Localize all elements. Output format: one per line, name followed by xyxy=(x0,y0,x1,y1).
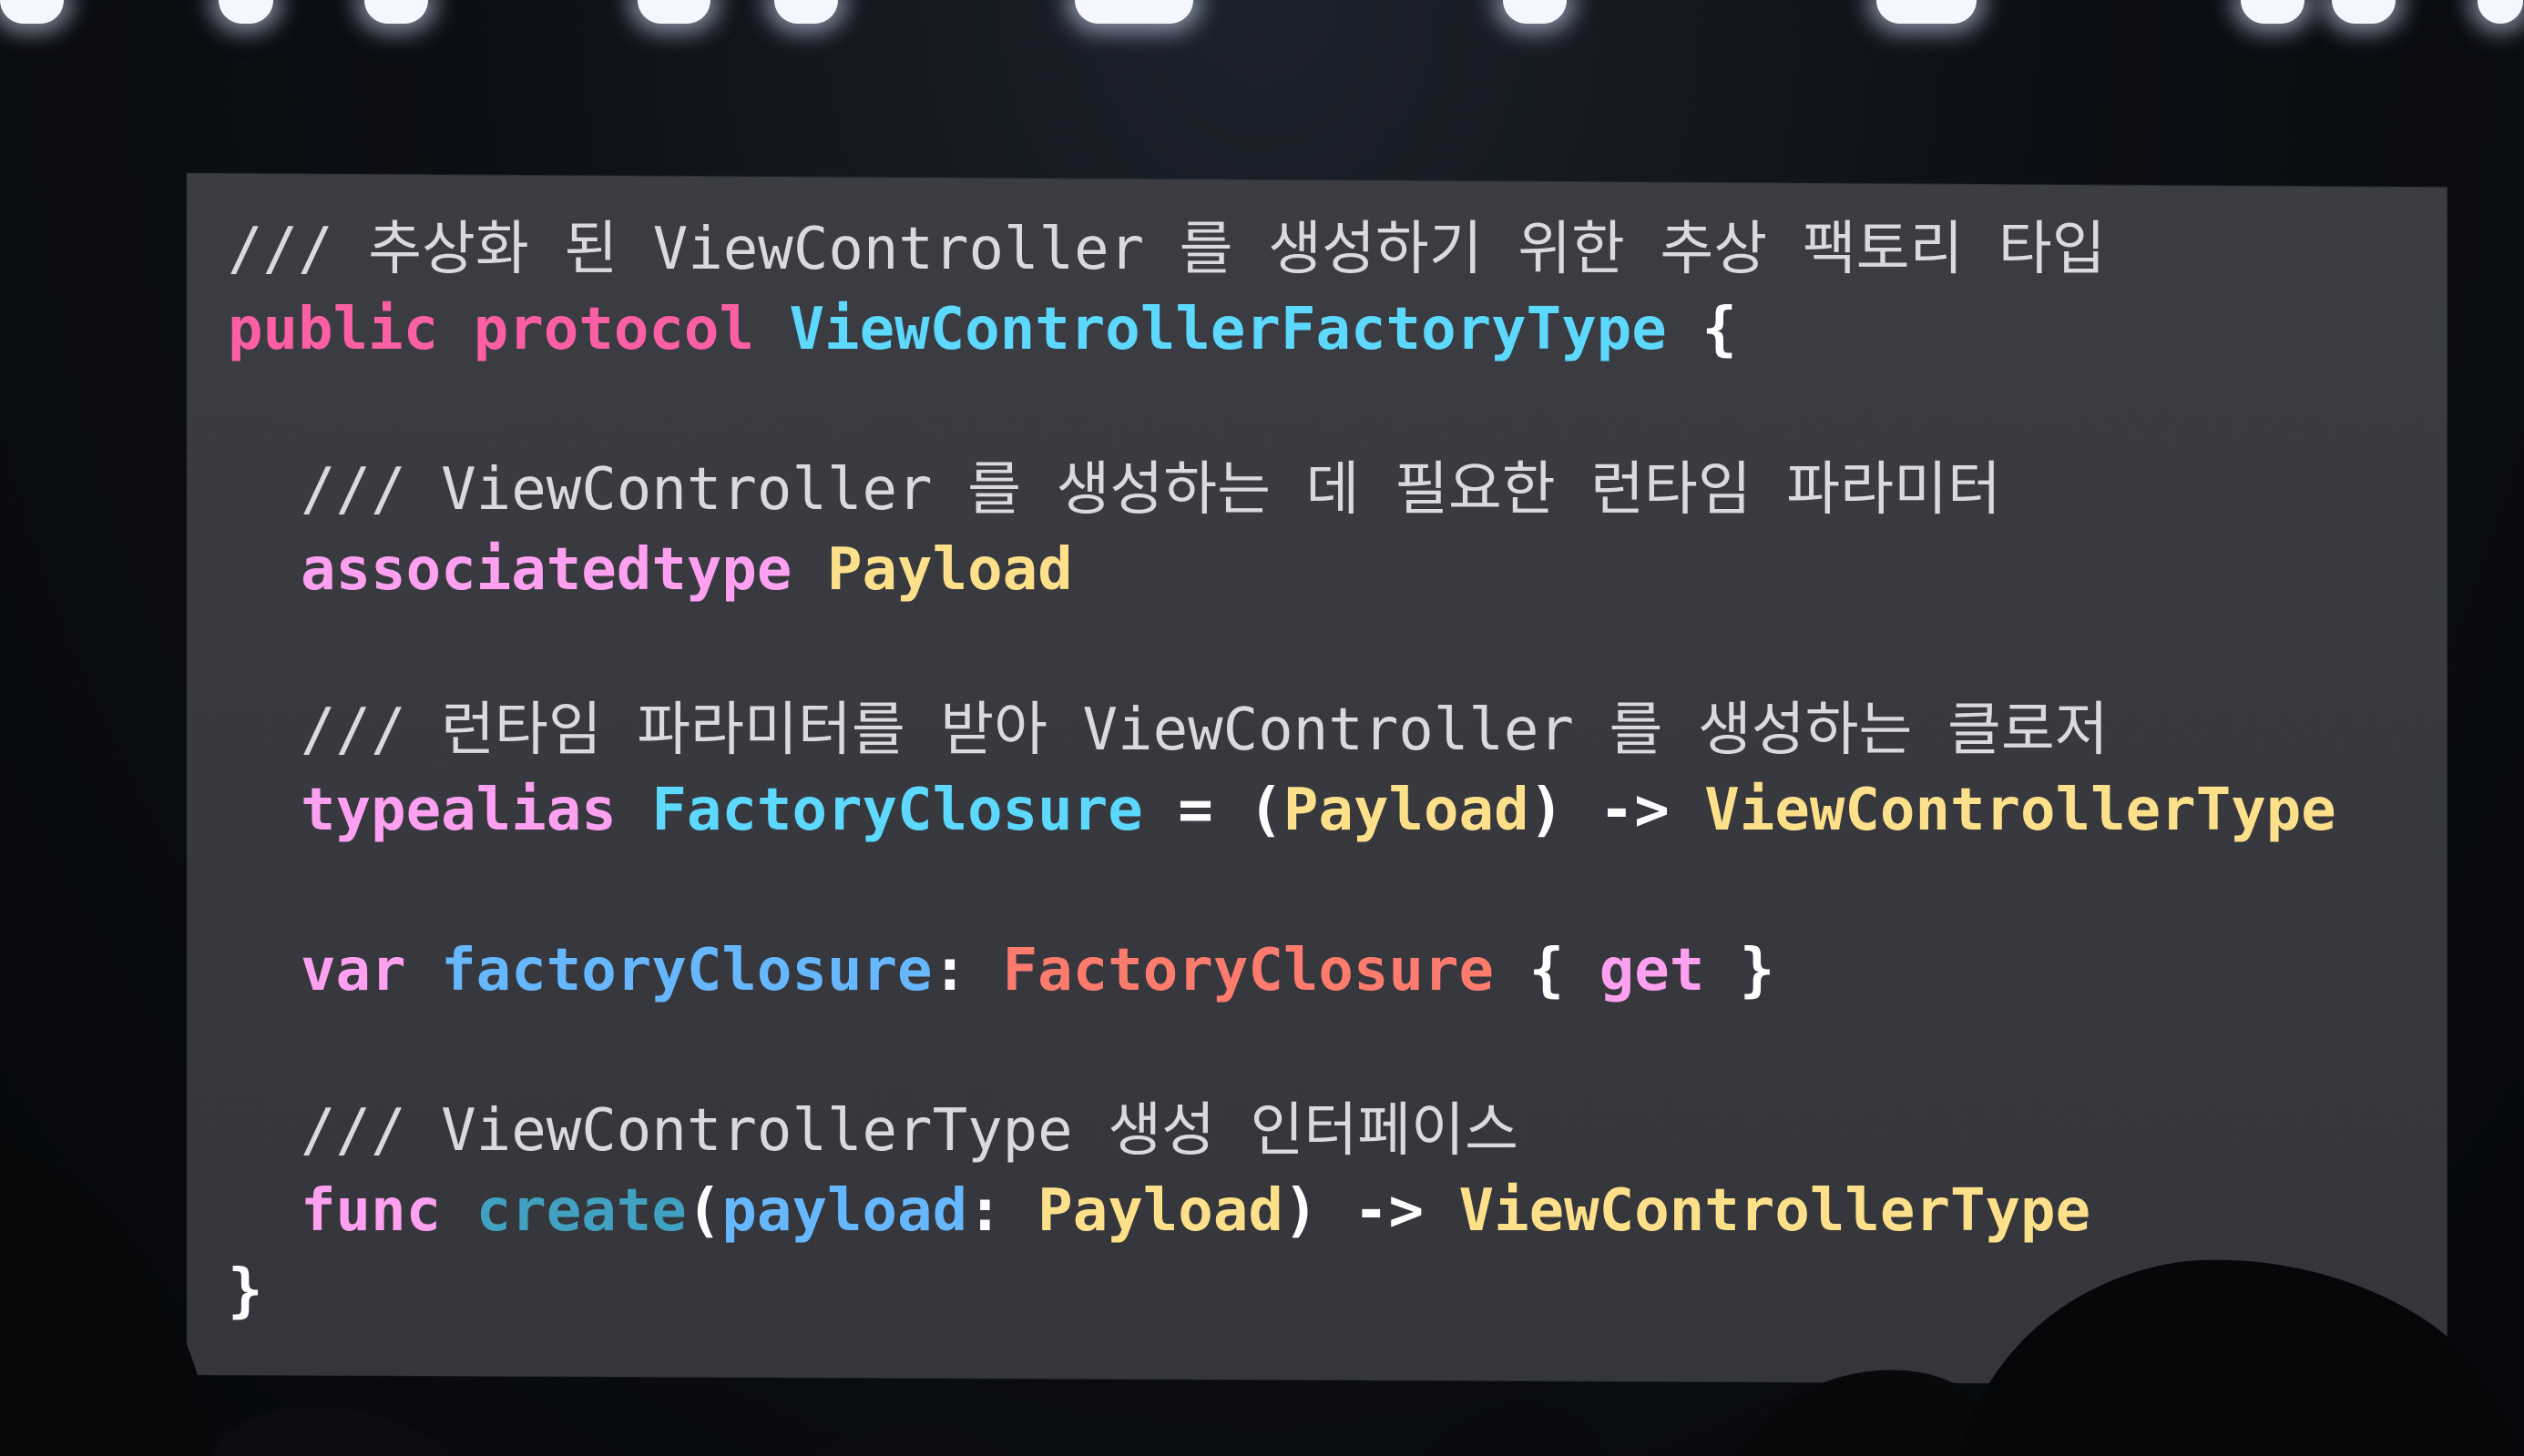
audience-head xyxy=(1421,1400,1612,1456)
code-token: { xyxy=(1494,937,1599,1004)
code-token: func xyxy=(301,1177,476,1245)
stage-light xyxy=(774,0,838,24)
code-token: /// 추상화 된 ViewController 를 생성하기 위한 추상 팩토… xyxy=(228,216,2106,283)
code-token: ViewControllerType xyxy=(1459,1177,2091,1245)
code-token: FactoryClosure xyxy=(651,777,1142,844)
ceiling-lights xyxy=(0,0,2524,36)
code-token: ( xyxy=(687,1177,722,1245)
code-token: typealias xyxy=(301,777,651,844)
conference-stage: /// 추상화 된 ViewController 를 생성하기 위한 추상 팩토… xyxy=(0,0,2524,1456)
code-token: Payload xyxy=(1283,777,1529,844)
audience-head xyxy=(0,1138,214,1456)
code-token: : xyxy=(967,1177,1037,1245)
code-token: } xyxy=(228,1257,263,1325)
stage-light xyxy=(1503,0,1567,24)
code-token: { xyxy=(1667,296,1737,363)
code-token: /// ViewController 를 생성하는 데 필요한 런타임 파라미터 xyxy=(301,456,2001,524)
code-line: /// ViewController 를 생성하는 데 필요한 런타임 파라미터 xyxy=(228,450,2336,530)
code-token: factoryClosure xyxy=(441,937,932,1004)
code-line xyxy=(228,370,2336,450)
code-line xyxy=(228,1011,2336,1091)
code-token: Payload xyxy=(1037,1177,1283,1245)
code-line: typealias FactoryClosure = (Payload) -> … xyxy=(228,770,2336,850)
code-token: get xyxy=(1599,937,1705,1004)
code-token: create xyxy=(476,1177,687,1245)
stage-light xyxy=(638,0,710,24)
audience-head xyxy=(820,1420,1016,1456)
code-line: /// ViewControllerType 생성 인터페이스 xyxy=(228,1091,2336,1171)
code-block: /// 추상화 된 ViewController 를 생성하기 위한 추상 팩토… xyxy=(228,209,2336,1331)
code-line: public protocol ViewControllerFactoryTyp… xyxy=(228,290,2336,370)
code-token: /// 런타임 파라미터를 받아 ViewController 를 생성하는 클… xyxy=(301,697,2109,764)
stage-light xyxy=(2478,0,2523,24)
code-token: ViewControllerType xyxy=(1704,777,2336,844)
code-line: } xyxy=(228,1251,2336,1331)
code-line: /// 추상화 된 ViewController 를 생성하기 위한 추상 팩토… xyxy=(228,209,2336,290)
code-token: /// ViewControllerType 생성 인터페이스 xyxy=(301,1097,1518,1165)
audience-head xyxy=(209,1406,455,1456)
code-token xyxy=(228,376,263,443)
code-token: associatedtype xyxy=(301,536,827,604)
code-line: func create(payload: Payload) -> ViewCon… xyxy=(228,1171,2336,1251)
code-line: /// 런타임 파라미터를 받아 ViewController 를 생성하는 클… xyxy=(228,690,2336,770)
code-token: payload xyxy=(721,1177,967,1245)
stage-light xyxy=(2332,0,2396,24)
code-line xyxy=(228,610,2336,690)
code-token xyxy=(228,616,263,684)
stage-light xyxy=(0,0,64,24)
code-token xyxy=(228,1017,263,1084)
code-token: ViewControllerFactoryType xyxy=(790,296,1667,363)
stage-light xyxy=(219,0,273,24)
code-line: var factoryClosure: FactoryClosure { get… xyxy=(228,931,2336,1011)
code-token: var xyxy=(301,937,441,1004)
code-token: ) -> xyxy=(1283,1177,1459,1245)
code-token: } xyxy=(1704,937,1774,1004)
code-token xyxy=(228,857,263,924)
code-token: public protocol xyxy=(228,296,790,363)
code-token: = ( xyxy=(1143,777,1283,844)
code-line xyxy=(228,850,2336,931)
code-token: FactoryClosure xyxy=(1003,937,1494,1004)
stage-light xyxy=(1876,0,1977,24)
code-line: associatedtype Payload xyxy=(228,530,2336,610)
code-token: ) -> xyxy=(1529,777,1705,844)
stage-light xyxy=(364,0,428,24)
code-token: Payload xyxy=(827,536,1073,604)
stage-light xyxy=(2241,0,2304,24)
code-token: : xyxy=(933,937,1003,1004)
stage-light xyxy=(1075,0,1193,24)
